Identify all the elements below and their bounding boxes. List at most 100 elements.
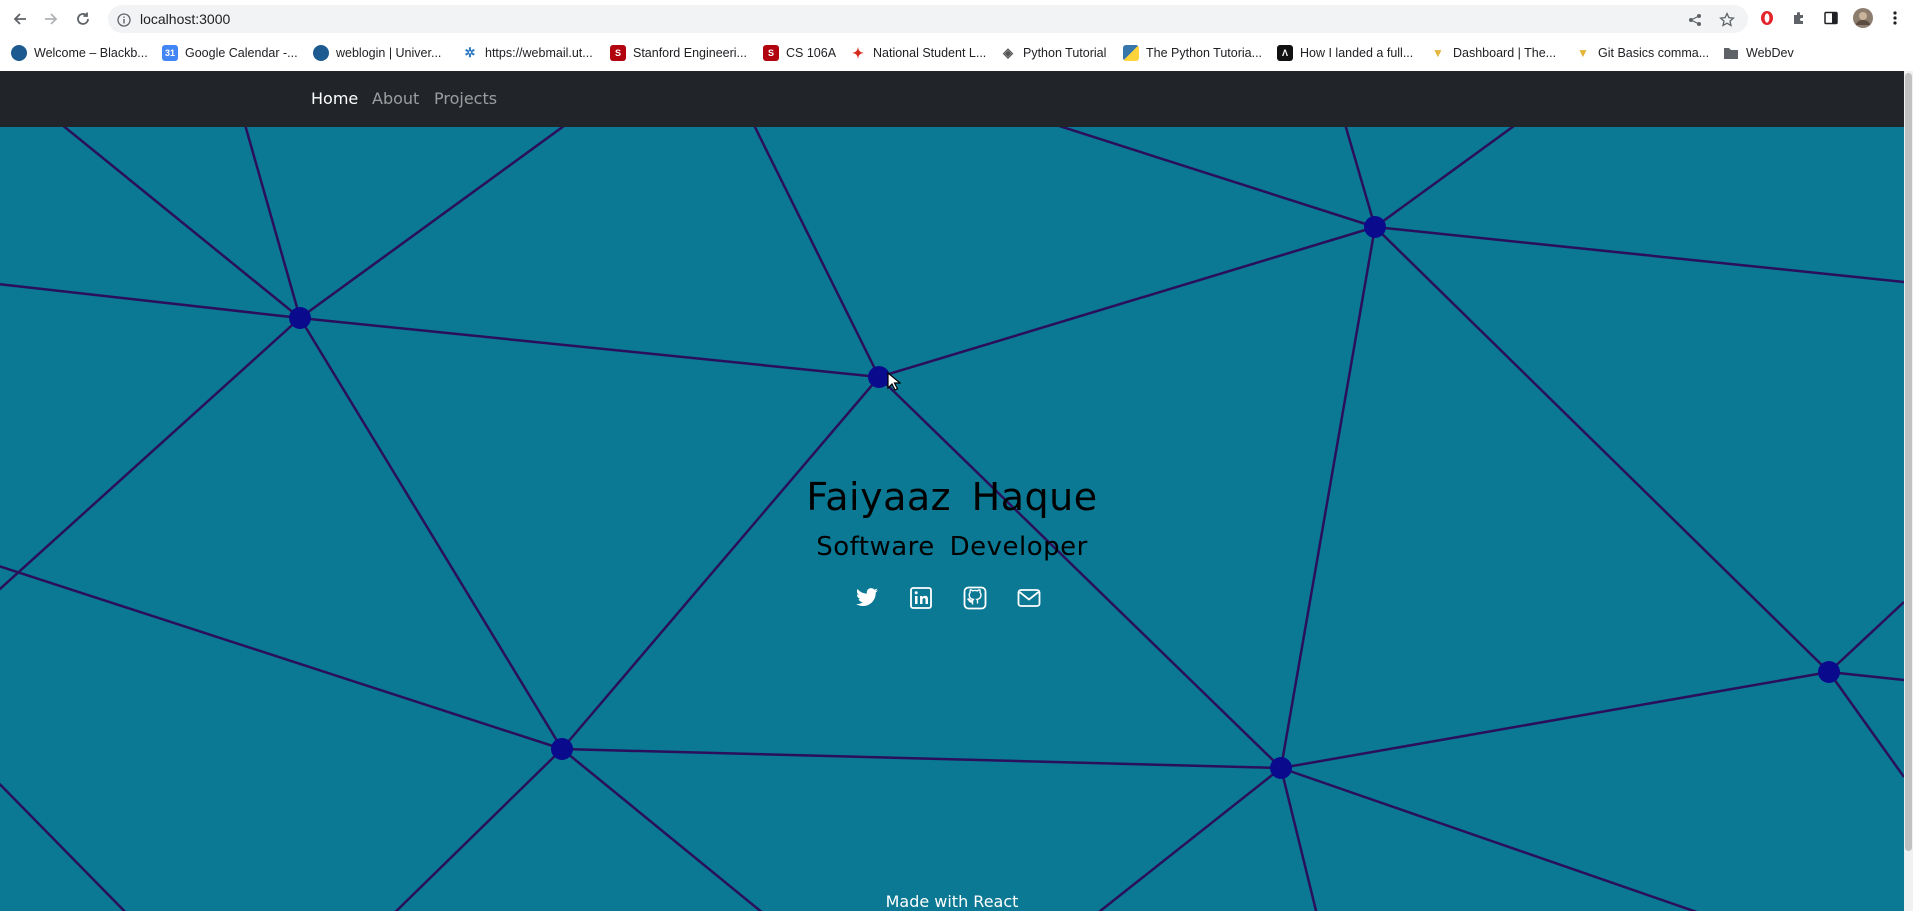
network-node <box>551 738 573 760</box>
reload-button[interactable] <box>70 6 96 32</box>
network-edge <box>1828 601 1904 673</box>
calendar-icon: 31 <box>162 45 178 61</box>
network-edge <box>1279 767 1318 911</box>
bookmark-label: Google Calendar -... <box>185 46 298 60</box>
stanford-icon: S <box>610 45 626 61</box>
network-node <box>1270 757 1292 779</box>
network-node <box>1818 661 1840 683</box>
maple-leaf-icon: ✦ <box>852 44 864 61</box>
bookmark-item[interactable]: ◈ Python Tutorial <box>1000 42 1106 64</box>
bookmark-item[interactable]: Welcome – Blackb... <box>11 42 148 64</box>
network-edge <box>1098 767 1282 911</box>
bookmark-label: https://webmail.ut... <box>485 46 593 60</box>
opera-extension-icon[interactable] <box>1757 8 1777 28</box>
forward-arrow-icon <box>45 13 58 25</box>
page-scrollbar[interactable] <box>1904 71 1913 911</box>
forward-button[interactable] <box>38 6 64 32</box>
bookmark-item[interactable]: 31 Google Calendar -... <box>162 42 298 64</box>
network-edge <box>1827 671 1904 778</box>
back-arrow-icon <box>13 13 26 25</box>
odin-icon: ▼ <box>1577 46 1589 60</box>
back-button[interactable] <box>7 6 33 32</box>
bookmark-label: National Student L... <box>873 46 987 60</box>
linkedin-icon[interactable] <box>908 585 934 611</box>
bookmark-label: How I landed a full... <box>1300 46 1414 60</box>
bookmark-label: Git Basics comma... <box>1598 46 1710 60</box>
bookmark-item[interactable]: S CS 106A <box>763 42 836 64</box>
footer-text: Made with React <box>885 892 1019 911</box>
bookmark-item[interactable]: S Stanford Engineeri... <box>610 42 747 64</box>
network-node <box>289 307 311 329</box>
network-edge <box>0 565 563 751</box>
bookmark-item[interactable]: ✲ https://webmail.ut... <box>462 42 593 64</box>
network-edge <box>0 782 127 911</box>
share-icon[interactable] <box>1686 11 1704 29</box>
bookmark-label: Dashboard | The... <box>1453 46 1557 60</box>
network-edge <box>394 748 563 911</box>
odin-icon: ▼ <box>1432 46 1444 60</box>
site-icon: Λ <box>1277 45 1293 61</box>
network-edge <box>1058 127 1376 229</box>
browser-menu-icon[interactable] <box>1885 8 1905 28</box>
github-icon[interactable] <box>962 585 988 611</box>
network-edge <box>1374 225 1904 284</box>
mouse-cursor-icon <box>887 372 901 391</box>
extensions-puzzle-icon[interactable] <box>1789 8 1809 28</box>
bookmark-label: Stanford Engineeri... <box>633 46 747 60</box>
bookmark-item[interactable]: The Python Tutoria... <box>1123 42 1262 64</box>
stanford-icon: S <box>763 45 779 61</box>
site-navbar: Home About Projects <box>0 71 1904 127</box>
bookmarks-bar: Welcome – Blackb... 31 Google Calendar -… <box>0 40 1913 67</box>
bookmark-star-icon[interactable] <box>1718 11 1736 29</box>
site-info-icon[interactable] <box>117 12 131 31</box>
url-text: localhost:3000 <box>140 11 231 27</box>
python-icon <box>1123 45 1139 61</box>
twitter-icon[interactable] <box>854 585 880 611</box>
network-edge <box>299 316 880 379</box>
blackboard-icon <box>11 45 27 61</box>
network-edge <box>62 127 301 319</box>
network-edge <box>753 127 881 378</box>
bookmark-label: Python Tutorial <box>1023 46 1107 60</box>
network-edge <box>1344 127 1377 228</box>
bookmark-item[interactable]: Λ How I landed a full... <box>1277 42 1413 64</box>
bookmark-label: WebDev <box>1746 46 1794 60</box>
reload-icon <box>77 12 89 25</box>
network-edge <box>878 225 1376 379</box>
network-edge <box>561 747 1282 770</box>
network-edge <box>0 317 301 591</box>
network-edge <box>299 127 565 320</box>
network-edge <box>561 748 763 911</box>
bookmark-item[interactable]: ▼ Git Basics comma... <box>1575 42 1709 64</box>
webmail-icon: ✲ <box>464 45 476 60</box>
nav-projects-link[interactable]: Projects <box>434 89 497 108</box>
bookmark-label: The Python Tutoria... <box>1146 46 1263 60</box>
hero-role: Software Developer <box>816 532 1088 562</box>
nav-home-link[interactable]: Home <box>311 89 358 108</box>
email-icon[interactable] <box>1016 585 1042 611</box>
bookmark-folder[interactable]: WebDev <box>1723 42 1794 64</box>
network-edge <box>244 127 302 319</box>
bookmark-label: Welcome – Blackb... <box>34 46 148 60</box>
diamond-icon: ◈ <box>1003 45 1013 60</box>
network-edge <box>1280 670 1830 770</box>
folder-icon <box>1723 45 1739 61</box>
network-edge <box>1828 670 1904 682</box>
bookmark-item[interactable]: weblogin | Univer... <box>313 42 441 64</box>
network-edge <box>1374 226 1830 673</box>
bookmark-label: CS 106A <box>786 46 837 60</box>
network-node <box>1364 216 1386 238</box>
profile-avatar[interactable] <box>1853 8 1873 28</box>
address-bar[interactable]: localhost:3000 <box>108 5 1748 33</box>
scrollbar-thumb[interactable] <box>1905 73 1912 851</box>
side-panel-icon[interactable] <box>1821 8 1841 28</box>
bookmark-item[interactable]: ✦ National Student L... <box>850 42 986 64</box>
network-edge <box>561 376 880 750</box>
network-edge <box>1374 127 1515 229</box>
bookmark-item[interactable]: ▼ Dashboard | The... <box>1430 42 1556 64</box>
browser-chrome: localhost:3000 Welcome – Blackb... 31 Go… <box>0 0 1913 72</box>
network-edge <box>0 282 301 320</box>
network-edge <box>878 376 1282 769</box>
nav-about-link[interactable]: About <box>372 89 419 108</box>
bookmark-label: weblogin | Univer... <box>336 46 442 60</box>
